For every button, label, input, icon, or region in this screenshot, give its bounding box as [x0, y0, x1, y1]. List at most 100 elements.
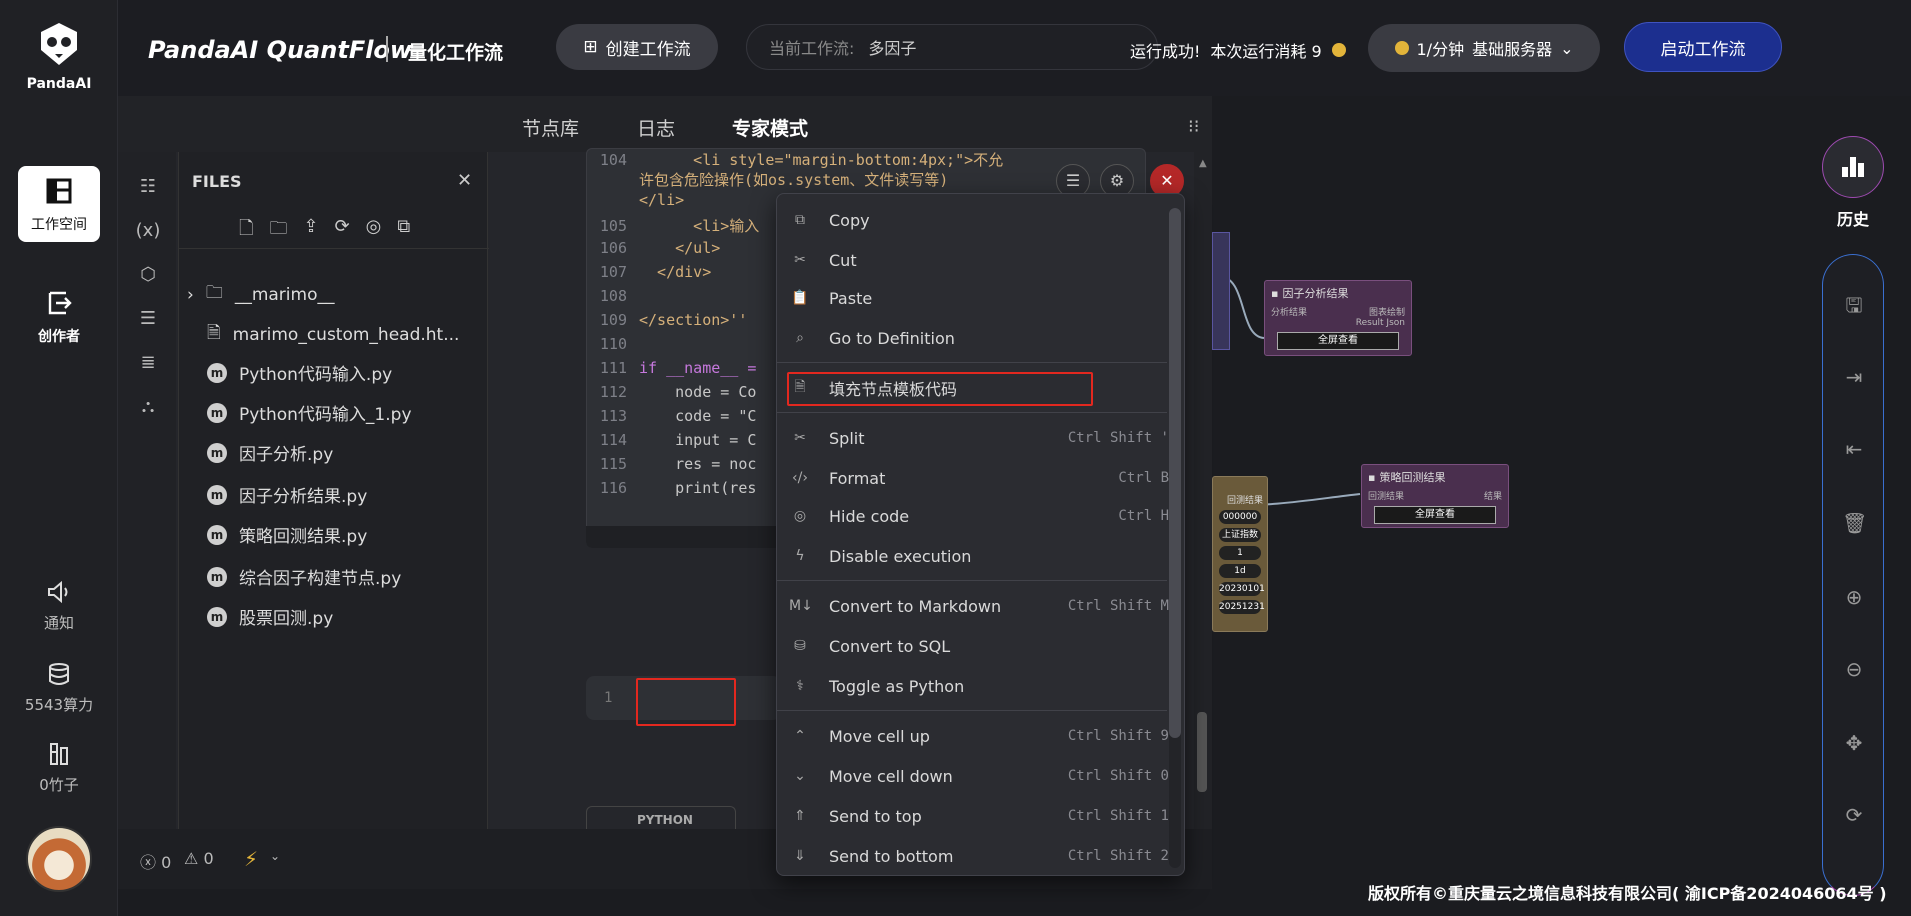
menu-item-send-top[interactable]: ⇑ Send to top Ctrl Shift 1	[789, 800, 1169, 832]
file-name: 策略回测结果.py	[239, 527, 368, 547]
logo[interactable]: PandaAI	[22, 20, 96, 92]
error-count[interactable]: ⓧ 0	[140, 849, 171, 873]
eye-off-icon[interactable]: ◎	[366, 216, 382, 246]
node-param[interactable]: 1d	[1219, 564, 1261, 578]
tab-log[interactable]: 日志	[637, 114, 675, 141]
compute-balance[interactable]: 5543算力	[18, 662, 100, 715]
node-param[interactable]: 上证指数	[1219, 528, 1261, 542]
marimo-file-icon: m	[207, 606, 227, 627]
menu-item-disable-execution[interactable]: ϟ Disable execution	[789, 540, 1169, 572]
file-item[interactable]: m 因子分析结果.py	[207, 482, 367, 507]
menu-scrollbar-thumb[interactable]	[1169, 208, 1181, 738]
bolt-icon[interactable]: ⚡	[244, 847, 258, 871]
node-stock-backtest-partial[interactable]: 回测结果 000000 上证指数 1 1d 20230101 20251231	[1212, 476, 1268, 632]
menu-item-move-up[interactable]: ⌃ Move cell up Ctrl Shift 9	[789, 720, 1169, 752]
node-param[interactable]: 1	[1219, 546, 1261, 560]
tab-expert-mode[interactable]: 专家模式	[732, 114, 808, 141]
python-tab[interactable]: PYTHON	[586, 806, 736, 829]
zoom-out-icon[interactable]: ⊖	[1842, 657, 1866, 681]
new-folder-icon[interactable]: 🗀	[269, 216, 287, 246]
menu-item-go-to-definition[interactable]: ⌕ Go to Definition	[789, 322, 1169, 354]
move-icon[interactable]: ✥	[1842, 731, 1866, 755]
current-workflow-field[interactable]: 当前工作流: 多因子	[746, 24, 1158, 70]
nav-creator[interactable]: 创作者	[18, 278, 100, 354]
coin-icon	[1331, 43, 1346, 57]
close-icon[interactable]: ✕	[457, 170, 472, 191]
drag-grid-icon[interactable]: ⁝⁝	[1188, 116, 1199, 137]
scroll-icon[interactable]: ☰	[135, 308, 161, 334]
import-icon[interactable]: ⇤	[1842, 437, 1866, 461]
collapse-icon[interactable]: ⧉	[397, 216, 410, 246]
node-backtest-result[interactable]: ▪ 策略回测结果 回测结果 结果 全屏查看	[1361, 464, 1509, 528]
avatar[interactable]	[26, 826, 92, 892]
file-item[interactable]: m Python代码输入.py	[207, 360, 392, 385]
python-icon: ⚕	[796, 678, 804, 694]
menu-icon: ☰	[1065, 171, 1081, 190]
menu-item-move-down[interactable]: ⌄ Move cell down Ctrl Shift 0	[789, 760, 1169, 792]
nav-workspace[interactable]: 工作空间	[18, 166, 100, 242]
history-button[interactable]	[1822, 136, 1884, 198]
scroll-up-icon[interactable]: ▲	[1199, 158, 1207, 169]
menu-item-cut[interactable]: ✂ Cut	[789, 244, 1169, 276]
node-partial-purple[interactable]	[1212, 232, 1230, 350]
creator-icon	[48, 291, 72, 315]
trash-icon[interactable]: 🗑	[1842, 511, 1867, 535]
panel-scrollbar[interactable]: ▲	[1194, 152, 1212, 829]
create-workflow-button[interactable]: ⊞ 创建工作流	[556, 24, 718, 70]
scroll-thumb[interactable]	[1197, 712, 1207, 792]
top-bar: PandaAI QuantFlow 量化工作流 ⊞ 创建工作流 当前工作流: 多…	[118, 0, 1911, 96]
menu-item-convert-sql[interactable]: ⛁ Convert to SQL	[789, 630, 1169, 662]
file-item[interactable]: 🗎 marimo_custom_head.ht...	[207, 320, 459, 349]
file-item-folder[interactable]: › 🗀 __marimo__	[187, 280, 334, 309]
file-item[interactable]: m Python代码输入_1.py	[207, 400, 412, 425]
graph-icon[interactable]: ⛬	[135, 396, 161, 422]
menu-item-convert-markdown[interactable]: M↓ Convert to Markdown Ctrl Shift M	[789, 590, 1169, 622]
fullscreen-button[interactable]: 全屏查看	[1373, 506, 1497, 524]
export-icon[interactable]: ⇥	[1842, 365, 1866, 389]
chevron-down-icon[interactable]: ⌄	[270, 849, 280, 863]
node-param[interactable]: 20230101	[1219, 582, 1265, 596]
upload-icon[interactable]: ⇪	[303, 216, 318, 246]
database-icon: ⛁	[794, 638, 806, 654]
nav-notify[interactable]: 通知	[18, 580, 100, 633]
file-item[interactable]: m 策略回测结果.py	[207, 522, 367, 547]
server-selector[interactable]: 1/分钟 基础服务器 ⌄	[1368, 24, 1600, 72]
database-icon	[49, 663, 69, 685]
menu-item-format[interactable]: ‹/› Format Ctrl B	[789, 462, 1169, 494]
refresh-icon[interactable]: ⟳	[335, 216, 350, 246]
marimo-file-icon: m	[207, 442, 227, 463]
warning-count[interactable]: ⚠ 0	[184, 849, 214, 868]
file-item[interactable]: m 股票回测.py	[207, 604, 333, 629]
menu-item-toggle-python[interactable]: ⚕ Toggle as Python	[789, 670, 1169, 702]
bolt-icon: ϟ	[795, 548, 805, 564]
menu-item-split[interactable]: ✂ Split Ctrl Shift '	[789, 422, 1169, 454]
menu-item-send-bottom[interactable]: ⇓ Send to bottom Ctrl Shift 2	[789, 840, 1169, 872]
node-param[interactable]: 000000	[1219, 510, 1261, 524]
panda-logo-icon	[41, 23, 77, 65]
refresh-icon[interactable]: ⟳	[1842, 803, 1866, 827]
start-workflow-button[interactable]: 启动工作流	[1624, 22, 1782, 72]
zoom-in-icon[interactable]: ⊕	[1842, 585, 1866, 609]
file-name: Python代码输入_1.py	[239, 405, 412, 425]
bamboo-balance[interactable]: 0竹子	[18, 742, 100, 795]
menu-item-copy[interactable]: ⧉ Copy	[789, 204, 1169, 236]
search-list-icon[interactable]: ≣	[135, 352, 161, 378]
package-icon[interactable]: ⬡	[135, 264, 161, 290]
tab-node-library[interactable]: 节点库	[522, 114, 579, 141]
new-file-icon[interactable]: 🗋	[239, 216, 253, 246]
html-file-icon: 🗎	[207, 323, 221, 343]
node-partial-port[interactable]: 回测结果	[1217, 493, 1263, 506]
highlight-box	[636, 678, 736, 726]
bamboo-label: 0竹子	[39, 776, 79, 794]
variables-icon[interactable]: (x)	[135, 220, 161, 246]
marimo-file-icon: m	[207, 524, 227, 545]
copyright-text: 版权所有©重庆量云之境信息科技有限公司( 渝ICP备2024046064号 )	[1368, 884, 1887, 903]
menu-item-paste[interactable]: 📋 Paste	[789, 282, 1169, 314]
file-tree-icon[interactable]: ☷	[135, 176, 161, 202]
node-param[interactable]: 20251231	[1219, 600, 1265, 614]
file-item[interactable]: m 因子分析.py	[207, 440, 333, 465]
save-icon[interactable]: 🖫	[1842, 293, 1866, 317]
node-out-port[interactable]: 结果	[1484, 489, 1502, 502]
file-item[interactable]: m 综合因子构建节点.py	[207, 564, 401, 589]
menu-item-hide-code[interactable]: ◎ Hide code Ctrl H	[789, 500, 1169, 532]
